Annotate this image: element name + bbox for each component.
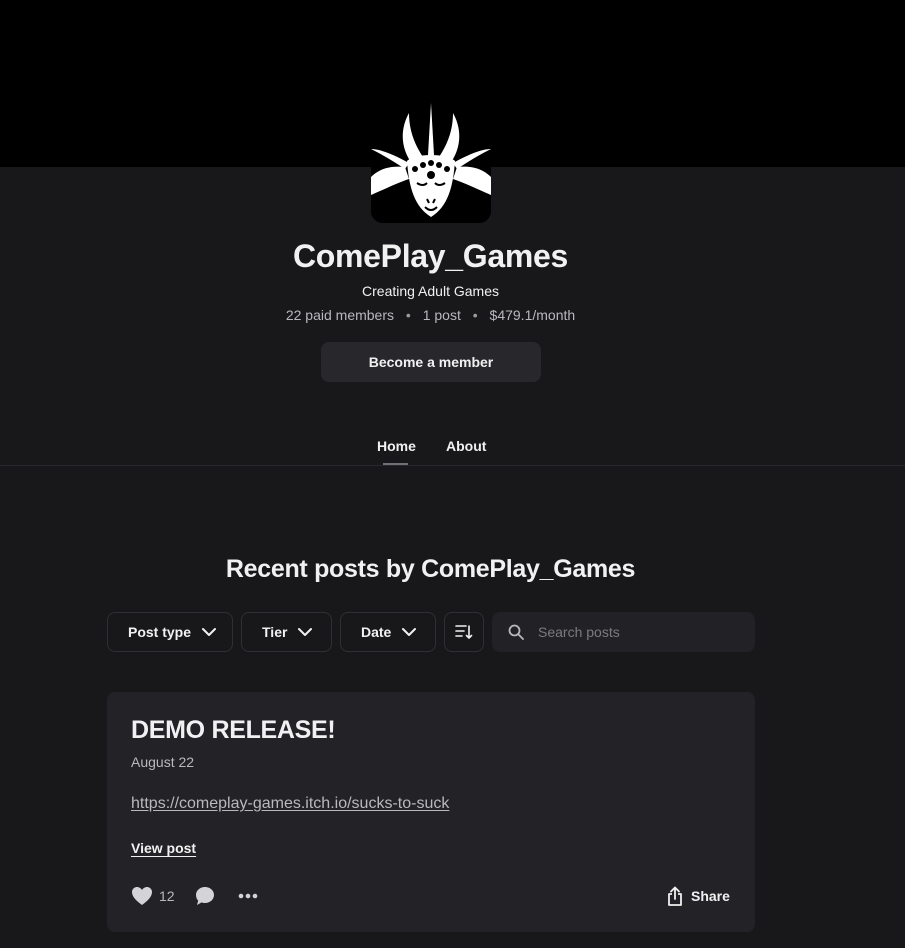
heart-icon [132, 887, 152, 905]
tab-home[interactable]: Home [377, 438, 416, 454]
chevron-down-icon [297, 624, 313, 640]
like-button[interactable]: 12 [131, 884, 175, 908]
posts-count: 1 post [422, 307, 461, 323]
recent-posts-heading: Recent posts by ComePlay_Games [225, 555, 636, 583]
tab-about[interactable]: About [446, 438, 486, 454]
view-post-link[interactable]: View post [131, 840, 196, 856]
separator-dot: • [405, 307, 411, 323]
tier-filter[interactable]: Tier [241, 612, 332, 652]
goat-logo-icon [371, 103, 491, 223]
post-type-filter-label: Post type [128, 624, 192, 640]
share-button[interactable]: Share [667, 884, 730, 908]
like-count: 12 [159, 888, 175, 904]
tier-filter-label: Tier [262, 624, 288, 640]
creator-name: ComePlay_Games [292, 238, 569, 274]
become-member-button[interactable]: Become a member [321, 342, 541, 382]
share-icon [668, 886, 682, 906]
more-icon [238, 893, 258, 899]
post-link[interactable]: https://comeplay-games.itch.io/sucks-to-… [131, 795, 449, 813]
chevron-down-icon [201, 624, 217, 640]
nav-divider [0, 465, 905, 466]
chevron-down-icon [401, 624, 417, 640]
search-box[interactable] [492, 612, 755, 652]
monthly-earnings: $479.1/month [489, 307, 576, 323]
creator-nav: Home About [0, 438, 905, 466]
more-options-button[interactable] [236, 884, 260, 908]
search-input[interactable] [538, 624, 728, 640]
separator-dot: • [472, 307, 478, 323]
date-filter-label: Date [361, 624, 392, 640]
search-icon [508, 624, 524, 640]
creator-stats: 22 paid members • 1 post • $479.1/month [0, 307, 861, 323]
post-date: August 22 [131, 754, 195, 770]
comment-button[interactable] [193, 884, 217, 908]
sort-icon [455, 625, 473, 639]
post-title[interactable]: DEMO RELEASE! [131, 716, 336, 745]
comment-icon [196, 887, 214, 905]
sort-button[interactable] [444, 612, 484, 652]
paid-members-count: 22 paid members [285, 307, 395, 323]
creator-avatar[interactable] [371, 103, 491, 223]
share-label: Share [691, 888, 730, 904]
post-card[interactable]: DEMO RELEASE! August 22 https://comeplay… [107, 692, 755, 932]
date-filter[interactable]: Date [340, 612, 436, 652]
creator-tagline: Creating Adult Games [362, 283, 499, 299]
post-type-filter[interactable]: Post type [107, 612, 233, 652]
